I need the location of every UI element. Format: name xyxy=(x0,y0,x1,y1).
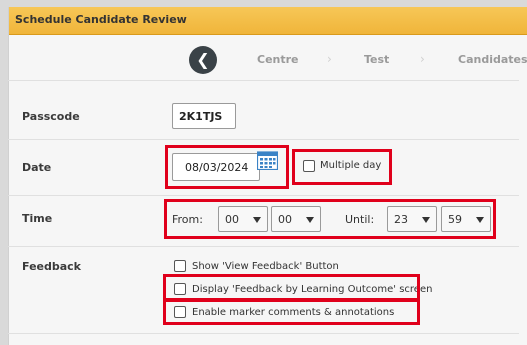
step-candidates[interactable]: Candidates xyxy=(458,53,527,66)
step-centre[interactable]: Centre xyxy=(257,53,299,66)
passcode-value: 2K1TJS xyxy=(179,110,223,123)
divider xyxy=(8,195,519,196)
highlight-box-date xyxy=(165,145,289,189)
window-title: Schedule Candidate Review xyxy=(15,13,187,26)
divider xyxy=(8,333,519,334)
chevron-right-icon: › xyxy=(420,52,425,66)
chevron-right-icon: › xyxy=(327,52,332,66)
passcode-label: Passcode xyxy=(22,110,80,123)
feedback-label: Feedback xyxy=(22,260,81,273)
highlight-box-time xyxy=(164,199,496,239)
show-view-feedback-label: Show 'View Feedback' Button xyxy=(192,261,339,272)
back-icon[interactable]: ❮ xyxy=(189,46,217,74)
divider xyxy=(8,246,519,247)
highlight-box-marker-comments xyxy=(163,299,420,325)
divider xyxy=(8,80,519,81)
time-label: Time xyxy=(22,212,53,225)
date-label: Date xyxy=(22,161,52,174)
highlight-box-multiple-day xyxy=(292,149,392,185)
highlight-box-feedback-outcome xyxy=(163,274,420,301)
title-bar: Schedule Candidate Review xyxy=(9,7,527,35)
stepper: ❮ Centre › Test › Candidates xyxy=(9,36,527,86)
show-view-feedback-checkbox[interactable] xyxy=(174,260,186,272)
passcode-field[interactable]: 2K1TJS xyxy=(172,103,236,129)
divider xyxy=(8,139,519,140)
step-test[interactable]: Test xyxy=(364,53,389,66)
